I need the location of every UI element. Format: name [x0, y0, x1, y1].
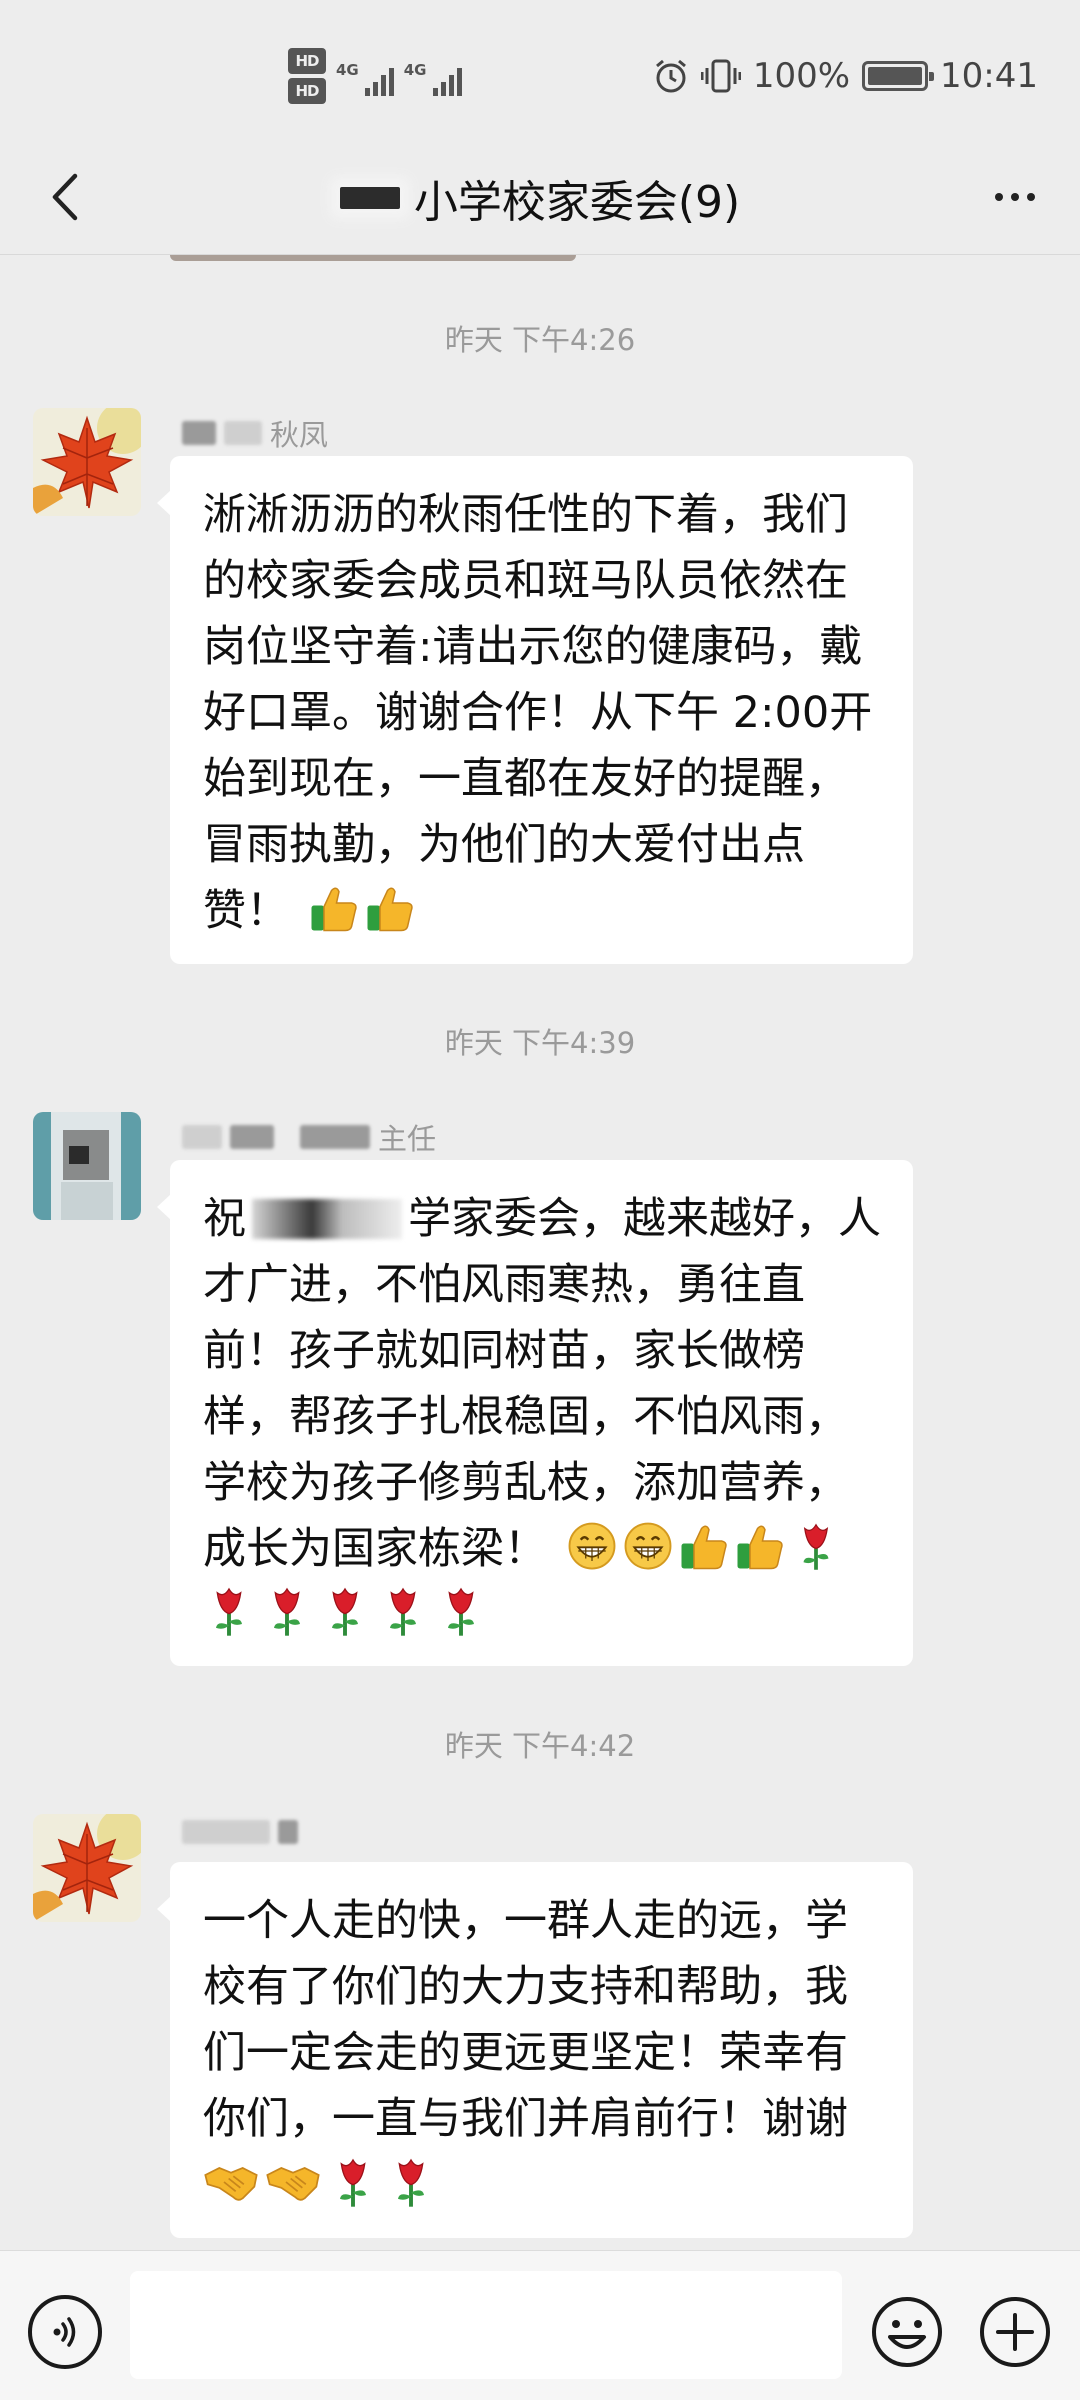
more-icon-dot [1027, 193, 1035, 201]
sender-name [182, 1820, 306, 1844]
handshake-icon [265, 2157, 321, 2207]
more-options-button[interactable] [980, 162, 1050, 232]
more-icon [995, 193, 1003, 201]
redacted-text [182, 421, 216, 445]
rose-icon [327, 2156, 379, 2208]
timestamp: 昨天 下午4:39 [444, 1026, 636, 1060]
more-icon-dot [1011, 193, 1019, 201]
signal-indicators: HD HD 4G 4G [288, 48, 462, 104]
redacted-text [182, 1820, 270, 1844]
input-bar [0, 2250, 1080, 2400]
network-type-2: 4G [403, 61, 427, 79]
emoji-icon [872, 2297, 942, 2367]
redacted-text [278, 1820, 298, 1844]
chat-header: 小学校家委会(9) [0, 140, 1080, 255]
sender-name: 秋凤 [182, 412, 328, 454]
message-bubble[interactable]: 祝学家委会，越来越好，人才广进，不怕风雨寒热，勇往直前！孩子就如同树苗，家长做榜… [157, 1160, 913, 1666]
vibrate-icon [700, 59, 741, 93]
redacted-text [224, 421, 262, 445]
message-text-prefix: 祝 [203, 1194, 246, 1244]
sender-name-visible: 主任 [378, 1122, 437, 1156]
message-text: 一个人走的快，一群人走的远，学校有了你们的大力支持和帮助，我们一定会走的更远更坚… [203, 1896, 848, 2144]
emoji-button[interactable] [870, 2295, 944, 2369]
chat-title: 小学校家委会(9) [413, 176, 741, 228]
sender-name-visible: 秋凤 [270, 418, 329, 452]
voice-button[interactable] [28, 2295, 102, 2369]
maple-leaf-avatar [33, 408, 141, 516]
plus-icon [980, 2297, 1050, 2367]
avatar[interactable] [33, 1814, 141, 1922]
hd-badge-2: HD [288, 78, 326, 104]
rose-icon [261, 1585, 313, 1637]
add-button[interactable] [978, 2295, 1052, 2369]
hd-badges: HD HD [288, 48, 326, 104]
emoji-group [203, 1585, 487, 1637]
message-bubble[interactable]: 淅淅沥沥的秋雨任性的下着，我们的校家委会成员和斑马队员依然在岗位坚守着:请出示您… [157, 456, 913, 964]
hd-badge-1: HD [288, 48, 326, 74]
emoji-group [203, 2156, 437, 2208]
portrait-avatar [33, 1112, 141, 1220]
network-type-1: 4G [336, 61, 359, 79]
redacted-text [300, 1125, 370, 1149]
redacted-text [230, 1125, 274, 1149]
grin-icon [567, 1521, 617, 1571]
redacted-group-name [339, 186, 400, 209]
battery-icon [862, 61, 935, 91]
emoji-group [309, 883, 415, 933]
rose-icon [435, 1585, 487, 1637]
timestamp: 昨天 下午4:42 [444, 1729, 636, 1763]
signal-1: 4G [336, 56, 394, 96]
sender-name: 主任 [182, 1116, 436, 1158]
rose-icon [319, 1585, 371, 1637]
voice-icon [53, 2317, 76, 2347]
alarm-icon [655, 59, 686, 93]
thumbs-up-icon [309, 883, 359, 933]
emoji-group [567, 1521, 841, 1571]
maple-leaf-avatar [33, 1814, 141, 1922]
message-text: 淅淅沥沥的秋雨任性的下着，我们的校家委会成员和斑马队员依然在岗位坚守着:请出示您… [203, 490, 873, 936]
thumbs-up-icon [679, 1521, 729, 1571]
previous-image-message[interactable] [170, 255, 576, 261]
rose-icon [203, 1585, 255, 1637]
message-input[interactable] [130, 2271, 842, 2379]
signal-2: 4G [404, 56, 462, 96]
grin-icon [623, 1521, 673, 1571]
message-text: 学家委会，越来越好，人才广进，不怕风雨寒热，勇往直前！孩子就如同树苗，家长做榜样… [203, 1194, 881, 1574]
redacted-text [182, 1125, 222, 1149]
signal-bars-icon [432, 64, 462, 96]
avatar[interactable] [33, 1112, 141, 1220]
chat-title-wrap: 小学校家委会(9) [0, 140, 1080, 255]
rose-icon [791, 1521, 841, 1571]
redacted-text [252, 1199, 402, 1239]
timestamp: 昨天 下午4:26 [444, 323, 636, 357]
status-bar: HD HD 4G 4G 100% 10:41 [0, 0, 1080, 140]
handshake-icon [203, 2157, 259, 2207]
message-bubble[interactable]: 一个人走的快，一群人走的远，学校有了你们的大力支持和帮助，我们一定会走的更远更坚… [157, 1862, 913, 2238]
avatar[interactable] [33, 408, 141, 516]
thumbs-up-icon [365, 883, 415, 933]
rose-icon [377, 1585, 429, 1637]
battery-percent: 100% [752, 56, 851, 96]
rose-icon [385, 2156, 437, 2208]
clock: 10:41 [940, 56, 1038, 96]
status-right: 100% 10:41 [653, 56, 1038, 96]
thumbs-up-icon [735, 1521, 785, 1571]
signal-bars-icon [364, 64, 394, 96]
